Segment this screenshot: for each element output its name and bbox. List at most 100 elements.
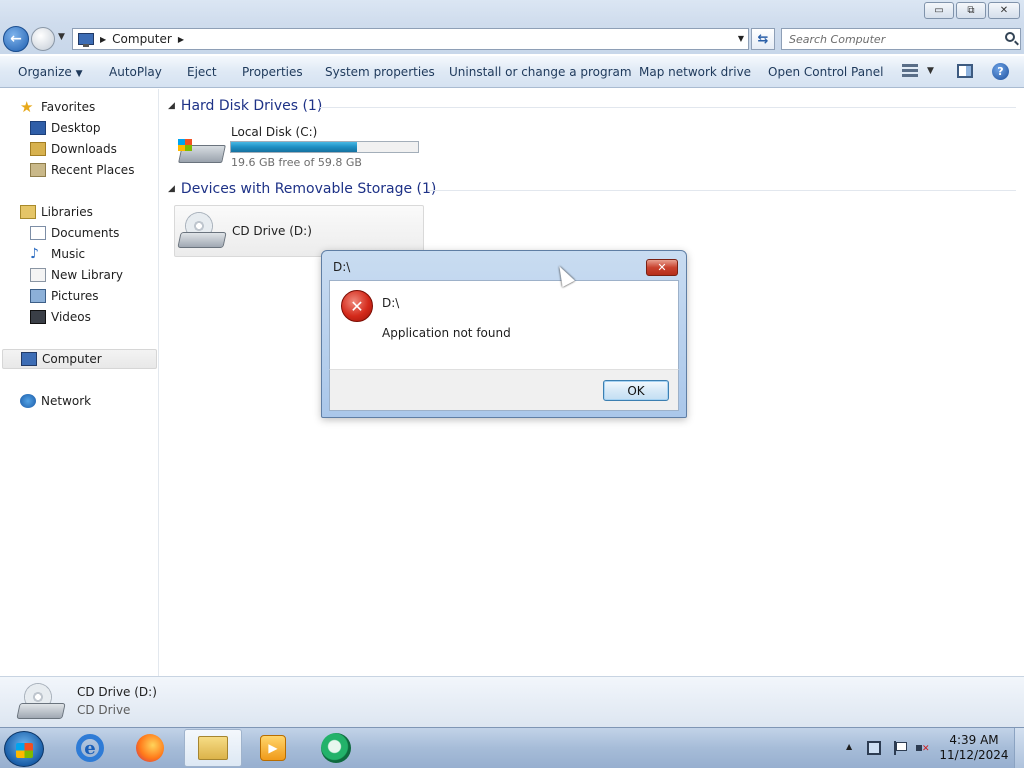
- preview-pane-icon[interactable]: [957, 64, 973, 78]
- drive-free-space: 19.6 GB free of 59.8 GB: [231, 156, 362, 169]
- sidebar-item-favorites[interactable]: ★ Favorites: [20, 97, 95, 117]
- dialog-content: ✕ D:\ Application not found: [329, 280, 679, 369]
- capacity-bar: [230, 141, 419, 153]
- minimize-button[interactable]: ▭: [924, 2, 954, 19]
- start-button[interactable]: [4, 731, 44, 767]
- group-divider: [428, 190, 1016, 191]
- collapse-triangle-icon[interactable]: ◢: [168, 184, 175, 194]
- details-item-name: CD Drive (D:): [77, 685, 157, 699]
- forward-button[interactable]: [31, 27, 55, 51]
- group-header-hard-disk-drives[interactable]: ◢ Hard Disk Drives (1): [168, 98, 322, 114]
- restore-button[interactable]: ⧉: [956, 2, 986, 19]
- cd-drive-icon: [177, 212, 227, 248]
- help-icon[interactable]: ?: [992, 63, 1009, 80]
- taskbar-firefox[interactable]: [121, 729, 179, 767]
- properties-button[interactable]: Properties: [242, 65, 303, 79]
- hard-drive-icon: [178, 135, 226, 167]
- close-button[interactable]: ✕: [988, 2, 1020, 19]
- sidebar-item-documents[interactable]: Documents: [30, 223, 119, 243]
- system-properties-button[interactable]: System properties: [325, 65, 435, 79]
- volume-muted-icon[interactable]: [915, 741, 930, 755]
- change-view-icon[interactable]: [902, 64, 918, 78]
- network-tray-icon[interactable]: [867, 741, 881, 755]
- dialog-heading: D:\: [382, 296, 400, 310]
- refresh-button[interactable]: ⇆: [751, 28, 775, 50]
- sidebar-item-videos[interactable]: Videos: [30, 307, 91, 327]
- recent-pages-dropdown[interactable]: ▼: [58, 32, 65, 42]
- taskbar: e ▶ ▲ 4:39 AM 11/12/2024: [0, 727, 1024, 768]
- sidebar-item-label: Downloads: [51, 142, 117, 156]
- breadcrumb-arrow-icon[interactable]: ▶: [100, 35, 106, 44]
- organize-button[interactable]: Organize ▼: [18, 65, 83, 79]
- sidebar-item-recent-places[interactable]: Recent Places: [30, 160, 134, 180]
- show-desktop-button[interactable]: [1014, 728, 1024, 768]
- eject-button[interactable]: Eject: [187, 65, 217, 79]
- open-control-panel-button[interactable]: Open Control Panel: [768, 65, 883, 79]
- taskbar-app[interactable]: [307, 729, 365, 767]
- downloads-folder-icon: [30, 142, 46, 156]
- system-clock[interactable]: 4:39 AM 11/12/2024: [938, 733, 1010, 763]
- error-icon: ✕: [341, 290, 373, 322]
- folder-icon: [198, 736, 228, 760]
- clock-date: 11/12/2024: [939, 748, 1009, 762]
- sidebar-item-network[interactable]: Network: [20, 391, 91, 411]
- sidebar-item-new-library[interactable]: New Library: [30, 265, 123, 285]
- window-controls: ▭ ⧉ ✕: [924, 2, 1020, 19]
- sidebar-item-desktop[interactable]: Desktop: [30, 118, 101, 138]
- dialog-message: Application not found: [382, 326, 511, 340]
- taskbar-windows-explorer[interactable]: [184, 729, 242, 767]
- back-button[interactable]: ←: [3, 26, 29, 52]
- uninstall-program-button[interactable]: Uninstall or change a program: [449, 65, 632, 79]
- network-icon: [20, 394, 36, 408]
- sidebar-item-label: Network: [41, 394, 92, 408]
- sidebar-item-label: Recent Places: [51, 163, 135, 177]
- ok-button[interactable]: OK: [603, 380, 669, 401]
- window-title-bar: ▭ ⧉ ✕: [0, 0, 1024, 24]
- sidebar-item-label: Favorites: [41, 100, 96, 114]
- computer-icon: [21, 352, 37, 366]
- sidebar-item-music[interactable]: ♪ Music: [30, 244, 85, 264]
- organize-label: Organize: [18, 65, 72, 79]
- taskbar-internet-explorer[interactable]: e: [61, 729, 119, 767]
- show-hidden-icons-icon[interactable]: ▲: [846, 742, 852, 751]
- chevron-down-icon: ▼: [75, 69, 83, 79]
- library-icon: [30, 268, 46, 282]
- app-icon: [321, 733, 351, 763]
- firefox-icon: [136, 734, 164, 762]
- libraries-icon: [20, 205, 36, 219]
- breadcrumb-arrow-icon[interactable]: ▶: [178, 35, 184, 44]
- sidebar-item-libraries[interactable]: Libraries: [20, 202, 93, 222]
- details-pane: CD Drive (D:) CD Drive: [0, 676, 1024, 727]
- sidebar-item-downloads[interactable]: Downloads: [30, 139, 117, 159]
- action-center-flag-icon[interactable]: [892, 741, 907, 755]
- cd-drive-icon: [16, 683, 66, 719]
- dialog-footer: OK: [329, 369, 679, 411]
- media-player-icon: ▶: [260, 735, 286, 761]
- capacity-bar-fill: [231, 142, 357, 152]
- taskbar-media-player[interactable]: ▶: [244, 729, 302, 767]
- computer-icon: [78, 33, 94, 47]
- group-divider: [320, 107, 1016, 108]
- sidebar-item-computer[interactable]: Computer: [2, 349, 157, 369]
- dialog-close-button[interactable]: ✕: [646, 259, 678, 276]
- documents-icon: [30, 226, 46, 240]
- internet-explorer-icon: e: [76, 734, 104, 762]
- view-options-dropdown-icon[interactable]: ▼: [927, 66, 934, 76]
- collapse-triangle-icon[interactable]: ◢: [168, 101, 175, 111]
- map-network-drive-button[interactable]: Map network drive: [639, 65, 751, 79]
- search-input[interactable]: [782, 29, 992, 49]
- breadcrumb-computer[interactable]: Computer: [112, 32, 172, 46]
- details-item-type: CD Drive: [77, 703, 131, 717]
- search-box[interactable]: [781, 28, 1021, 50]
- address-bar[interactable]: ▶ Computer ▶ ▼: [72, 28, 749, 50]
- group-header-removable-storage[interactable]: ◢ Devices with Removable Storage (1): [168, 181, 436, 197]
- sidebar-item-label: Music: [51, 247, 86, 261]
- sidebar-item-pictures[interactable]: Pictures: [30, 286, 99, 306]
- search-icon[interactable]: [1005, 32, 1015, 42]
- star-icon: ★: [20, 98, 34, 116]
- address-dropdown-icon[interactable]: ▼: [738, 34, 744, 43]
- address-row: ← ▼ ▶ Computer ▶ ▼ ⇆: [0, 24, 1024, 54]
- videos-icon: [30, 310, 46, 324]
- autoplay-button[interactable]: AutoPlay: [109, 65, 162, 79]
- music-note-icon: ♪: [30, 246, 39, 262]
